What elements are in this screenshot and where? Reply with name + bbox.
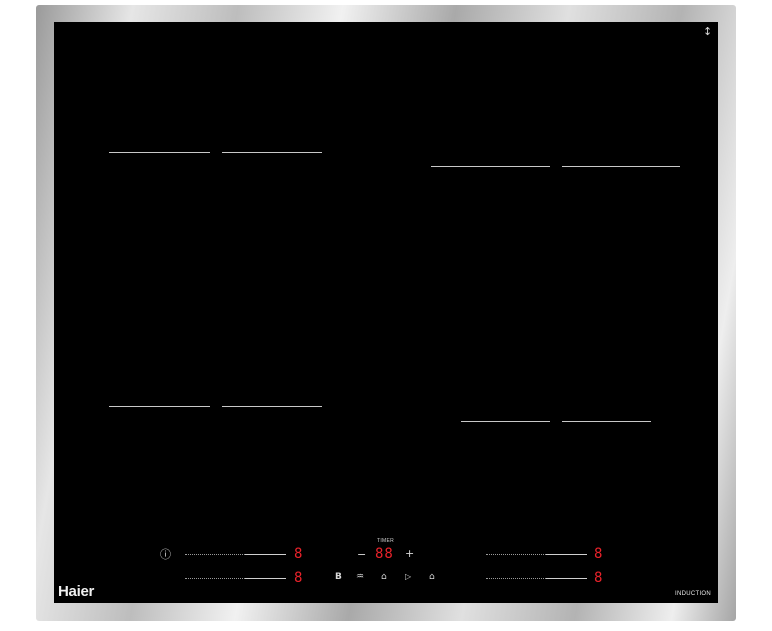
zone-1-power-slider[interactable]: [185, 554, 286, 556]
keep-warm-icon[interactable]: ♒: [356, 573, 364, 582]
zone-marker-rear-right-b: [562, 421, 651, 422]
timer-plus-button[interactable]: +: [405, 548, 414, 559]
zone-2-display: 8: [294, 570, 303, 586]
boost-button[interactable]: B: [335, 573, 342, 582]
timer-display: 88: [375, 546, 394, 562]
zone-3-power-slider[interactable]: [486, 554, 587, 556]
flex-cook-icon[interactable]: ⌂: [381, 573, 387, 582]
zone-4-power-slider[interactable]: [486, 578, 587, 580]
brand-logo: Haier: [58, 583, 95, 600]
zone-marker-rear-right-a: [461, 421, 550, 422]
pause-icon[interactable]: ▷: [405, 573, 411, 581]
zone-2-power-slider[interactable]: [185, 578, 286, 580]
induction-label: INDUCTION: [675, 591, 712, 597]
zone-4-display: 8: [594, 570, 603, 586]
lock-icon[interactable]: ⌂: [429, 573, 435, 582]
zone-marker-rear-left-b: [222, 406, 322, 407]
zone-1-display: 8: [294, 546, 303, 562]
info-icon[interactable]: ⓘ: [160, 549, 171, 560]
zone-marker-front-right-a: [431, 166, 550, 167]
zone-3-display: 8: [594, 546, 603, 562]
timer-minus-button[interactable]: −: [357, 549, 366, 560]
zone-marker-front-right-b: [562, 166, 680, 167]
flex-zone-icon[interactable]: ↕: [703, 26, 712, 37]
ceramic-glass-top: [54, 22, 718, 603]
zone-marker-front-left-b: [222, 152, 322, 153]
zone-marker-rear-left-a: [109, 406, 210, 407]
timer-label: TIMER: [377, 538, 395, 544]
zone-marker-front-left-a: [109, 152, 210, 153]
